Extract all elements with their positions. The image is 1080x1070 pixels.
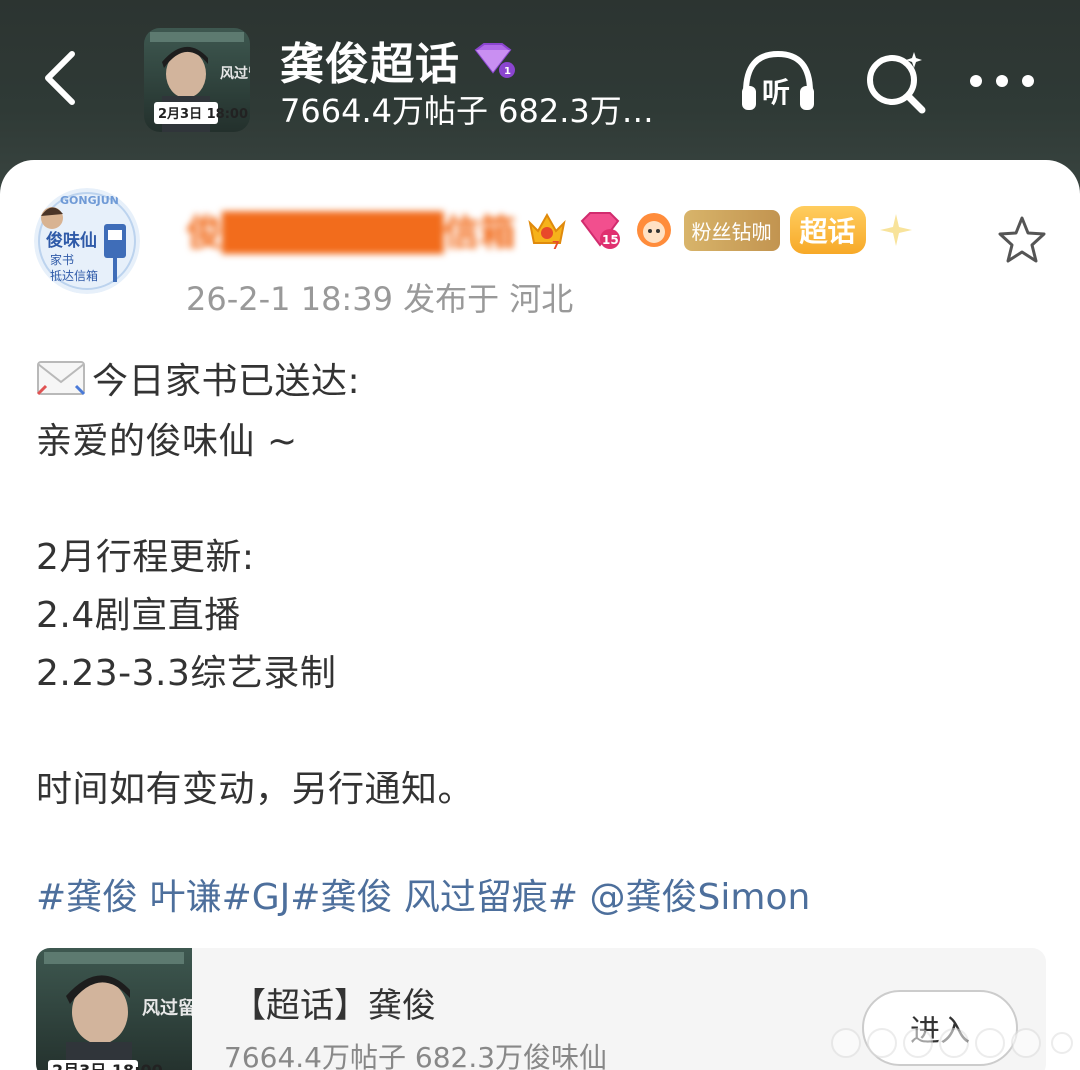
search-button[interactable] xyxy=(856,48,936,114)
hashtag-2[interactable]: GJ xyxy=(252,877,291,918)
back-button[interactable] xyxy=(30,48,90,108)
hashtag-row: #龚俊 叶谦#GJ#龚俊 风过留痕# @龚俊Simon xyxy=(36,868,810,920)
envelope-icon xyxy=(36,361,86,396)
author-row: 俊████████信箱 7 15 粉丝钻咖 超话 xyxy=(186,202,916,258)
topic-thumbnail[interactable]: 风过留痕 2月3日 18:00 xyxy=(144,28,250,132)
search-icon xyxy=(867,52,926,114)
card-poster-title: 风过留痕 xyxy=(142,997,192,1019)
diamond-level: 15 xyxy=(602,233,619,247)
post-line-1-row: 今日家书已送达: xyxy=(36,352,360,404)
post-meta: 26-2-1 18:39 发布于 河北 xyxy=(186,280,574,318)
topic-card-thumbnail: 风过留痕 2月3日 18:00 xyxy=(36,948,215,1070)
more-button[interactable] xyxy=(962,48,1042,114)
listen-button[interactable]: 听 xyxy=(738,48,818,114)
poster-date: 2月3日 18:00 xyxy=(158,107,248,122)
topic-stats: 7664.4万帖子 682.3万… xyxy=(280,92,654,130)
fan-badge: 粉丝钻咖 xyxy=(683,209,780,251)
chaohua-badge: 超话 xyxy=(789,206,866,254)
poster-title: 风过留痕 xyxy=(220,65,250,82)
post-line-4: 2.4剧宣直播 xyxy=(36,595,241,636)
avatar-ring-text: GONGJUN xyxy=(60,194,119,207)
avatar-line3: 抵达信箱 xyxy=(50,268,98,283)
topic-card-title: 【超话】龚俊 xyxy=(232,986,436,1026)
post-line-5: 2.23-3.3综艺录制 xyxy=(36,653,337,694)
svg-text:1: 1 xyxy=(504,66,512,77)
watermark xyxy=(831,1028,1073,1058)
post-line-2: 亲爱的俊味仙 ~ xyxy=(36,421,298,462)
topic-title-row: 龚俊超话 1 xyxy=(280,28,516,92)
author-name[interactable]: 俊████████信箱 xyxy=(186,204,516,256)
crown-level: 7 xyxy=(552,239,560,251)
hashtag-3[interactable]: #龚俊 风过留痕# xyxy=(290,877,578,918)
crown-badge-icon: 7 xyxy=(527,212,566,251)
headphones-icon: 听 xyxy=(742,50,814,110)
more-icon xyxy=(970,75,1034,87)
avatar-line1: 俊味仙 xyxy=(46,230,97,251)
avatar[interactable]: GONGJUN 俊味仙 家书 抵达信箱 xyxy=(34,188,140,294)
hashtag-1[interactable]: #龚俊 叶谦# xyxy=(36,877,252,918)
post-line-1: 今日家书已送达: xyxy=(92,361,361,402)
topic-title: 龚俊超话 xyxy=(280,39,460,90)
diamond-badge-icon: 1 xyxy=(474,43,515,78)
diamond-level-icon: 15 xyxy=(580,212,620,249)
topic-card-stats: 7664.4万帖子 682.3万俊味仙 xyxy=(224,1041,608,1070)
post-line-3: 2月行程更新: xyxy=(36,537,255,578)
star-icon xyxy=(998,216,1046,263)
post-line-6: 时间如有变动，另行通知。 xyxy=(36,769,475,810)
avatar-line2: 家书 xyxy=(50,252,74,267)
card-poster-date: 2月3日 18:00 xyxy=(52,1061,163,1070)
post-card: GONGJUN 俊味仙 家书 抵达信箱 俊████████信箱 7 15 粉丝钻… xyxy=(0,160,1080,1070)
fan-avatar-badge-icon xyxy=(636,213,671,247)
sparkle-icon xyxy=(879,214,912,246)
favorite-button[interactable] xyxy=(996,214,1048,266)
back-arrow-icon xyxy=(45,51,75,105)
listen-label: 听 xyxy=(762,76,790,109)
mention-link[interactable]: @龚俊Simon xyxy=(590,877,811,918)
